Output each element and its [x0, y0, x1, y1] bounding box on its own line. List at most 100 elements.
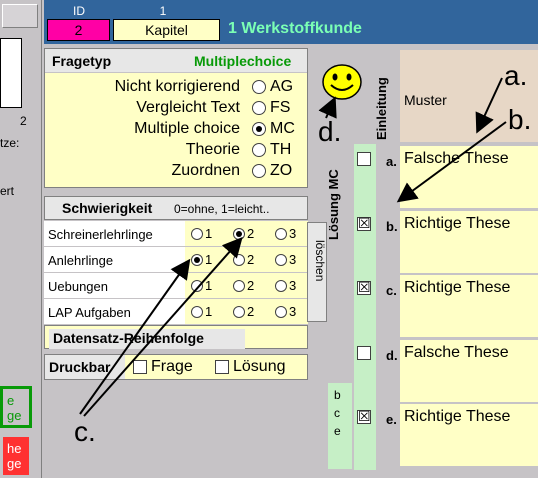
answer-letter: d.	[386, 347, 398, 363]
fragetyp-code: ZO	[270, 162, 293, 179]
fragetyp-option[interactable]: Vergleicht Text FS	[46, 98, 306, 119]
schwierigkeit-option[interactable]: 1	[191, 226, 212, 241]
left-text-snippet: tze:	[0, 136, 20, 150]
annotation-a: a.	[504, 60, 528, 91]
id-field[interactable]: 2	[47, 19, 110, 41]
schwierigkeit-option-label: 2	[247, 278, 255, 293]
schwierigkeit-option[interactable]: 2	[233, 252, 254, 267]
schwierigkeit-radio[interactable]	[191, 306, 203, 318]
schwierigkeit-options: 1 2 3	[185, 299, 308, 324]
schwierigkeit-radio[interactable]	[191, 228, 203, 240]
fragetyp-option-label: Zuordnen	[171, 162, 241, 179]
loesung-mc-label: Lösung MC	[326, 169, 341, 240]
schwierigkeit-option[interactable]: 3	[275, 226, 296, 241]
correct-answer-letter: c	[334, 406, 340, 420]
schwierigkeit-row-label: Schreinerlehrlinge	[48, 227, 153, 242]
schwierigkeit-row-label: Anlehrlinge	[48, 253, 114, 268]
answer-row: e. Richtige These	[376, 404, 538, 468]
schwierigkeit-radio[interactable]	[233, 228, 245, 240]
schwierigkeit-option[interactable]: 3	[275, 278, 296, 293]
fragetyp-option[interactable]: Theorie TH	[46, 140, 306, 161]
schwierigkeit-radio[interactable]	[233, 280, 245, 292]
check-x-icon: ☒	[358, 408, 371, 424]
fragetyp-option-label: Multiple choice	[134, 120, 240, 137]
answer-text: Richtige These	[404, 214, 511, 232]
loesung-label: Lösung	[233, 358, 286, 375]
schwierigkeit-option-label: 3	[289, 278, 297, 293]
fragetyp-radio[interactable]	[252, 101, 266, 115]
schwierigkeit-option[interactable]: 2	[233, 226, 254, 241]
schwierigkeit-radio[interactable]	[233, 254, 245, 266]
frage-checkbox[interactable]	[133, 360, 147, 374]
left-red-button[interactable]: he ge	[0, 434, 32, 478]
id-label: ID	[73, 4, 85, 18]
schwierigkeit-option[interactable]: 3	[275, 304, 296, 319]
solution-checkbox[interactable]: ☒	[357, 215, 371, 231]
schwierigkeit-row-label: LAP Aufgaben	[48, 305, 131, 320]
schwierigkeit-radio[interactable]	[275, 254, 287, 266]
solution-checkbox[interactable]	[357, 345, 371, 360]
schwierigkeit-radio[interactable]	[275, 280, 287, 292]
smiley-icon[interactable]	[320, 63, 364, 101]
fragetyp-option[interactable]: Nicht korrigierend AG	[46, 77, 306, 98]
fragetyp-option[interactable]: Zuordnen ZO	[46, 161, 306, 182]
correct-answer-letter: e	[334, 424, 341, 438]
solution-checkbox[interactable]: ☒	[357, 279, 371, 295]
kapitel-name: 1 Werkstoffkunde	[228, 20, 362, 37]
datensatz-label: Datensatz-Reihenfolge	[49, 329, 245, 349]
left-page-number: 2	[20, 114, 27, 128]
fragetyp-radio[interactable]	[252, 164, 266, 178]
fragetyp-code: TH	[270, 141, 292, 158]
answer-letter: e.	[386, 412, 397, 427]
fragetyp-code: AG	[270, 78, 294, 95]
schwierigkeit-option[interactable]: 2	[233, 278, 254, 293]
answer-row: d. Falsche These	[376, 339, 538, 404]
loesung-checkbox[interactable]	[215, 360, 229, 374]
left-text-snippet-2: ert	[0, 184, 15, 198]
solution-checkbox[interactable]	[357, 152, 371, 166]
kapitel-number: 1	[159, 4, 167, 18]
fragetyp-code: FS	[270, 99, 291, 116]
kapitel-field[interactable]: Kapitel	[113, 19, 220, 41]
answer-text-field[interactable]: Falsche These	[400, 146, 538, 208]
answer-text-field[interactable]: Richtige These	[400, 404, 538, 466]
answer-row: b. Richtige These	[376, 210, 538, 275]
left-top-button[interactable]	[2, 4, 38, 28]
schwierigkeit-radio[interactable]	[275, 306, 287, 318]
schwierigkeit-option[interactable]: 1	[191, 278, 212, 293]
loeschen-label: löschen	[313, 240, 327, 282]
druckbar-row: Druckbar Frage Lösung	[44, 354, 308, 380]
schwierigkeit-option[interactable]: 1	[191, 252, 212, 267]
druckbar-label: Druckbar	[45, 355, 125, 379]
fragetyp-radio[interactable]	[252, 143, 266, 157]
schwierigkeit-radio[interactable]	[233, 306, 245, 318]
fragetyp-radio[interactable]	[252, 80, 266, 94]
fragetyp-option[interactable]: Multiple choice MC	[46, 119, 306, 140]
schwierigkeit-option-label: 2	[247, 304, 255, 319]
datensatz-reihenfolge-field[interactable]: Datensatz-Reihenfolge	[44, 325, 308, 349]
schwierigkeit-option[interactable]: 2	[233, 304, 254, 319]
answer-text-field[interactable]: Falsche These	[400, 339, 538, 402]
solution-checkbox[interactable]: ☒	[357, 408, 371, 424]
answer-text-field[interactable]: Richtige These	[400, 210, 538, 273]
left-green-button-label: e ge	[7, 393, 22, 423]
schwierigkeit-option-label: 2	[247, 252, 255, 267]
left-green-button[interactable]: e ge	[0, 386, 32, 428]
annotation-b: b.	[508, 104, 532, 135]
fragetyp-option-label: Nicht korrigierend	[114, 78, 240, 95]
schwierigkeit-option[interactable]: 3	[275, 252, 296, 267]
annotation-d: d.	[318, 116, 342, 147]
answer-text-field[interactable]: Richtige These	[400, 275, 538, 337]
left-red-button-label: he ge	[7, 441, 22, 471]
schwierigkeit-radio[interactable]	[275, 228, 287, 240]
schwierigkeit-option[interactable]: 1	[191, 304, 212, 319]
thumbnail-preview	[0, 38, 22, 108]
schwierigkeit-title: Schwierigkeit	[62, 200, 153, 216]
fragetyp-title: Fragetyp	[52, 53, 112, 69]
schwierigkeit-option-label: 1	[205, 226, 213, 241]
schwierigkeit-radio[interactable]	[191, 254, 203, 266]
schwierigkeit-radio[interactable]	[191, 280, 203, 292]
schwierigkeit-hint: 0=ohne, 1=leicht..	[174, 202, 270, 216]
fragetyp-radio[interactable]	[252, 122, 266, 136]
fragetyp-code: MC	[270, 120, 295, 137]
